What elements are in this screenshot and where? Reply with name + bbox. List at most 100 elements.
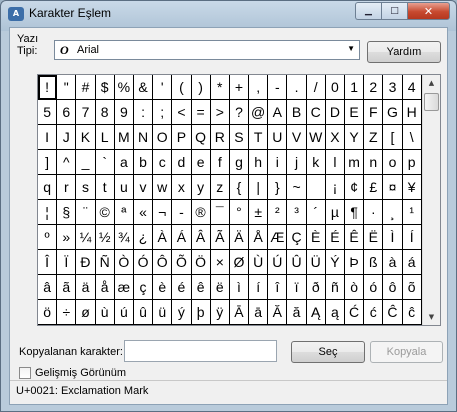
character-cell[interactable]: 9	[114, 100, 134, 125]
character-cell[interactable]: ì	[229, 275, 250, 300]
copy-field-input[interactable]	[124, 340, 277, 362]
character-cell[interactable]: ä	[76, 275, 96, 300]
character-cell[interactable]: N	[133, 125, 154, 150]
character-cell[interactable]: °	[229, 200, 250, 225]
character-cell[interactable]: Ë	[364, 225, 384, 250]
character-cell[interactable]: ³	[287, 200, 307, 225]
character-cell[interactable]: @	[249, 100, 269, 125]
character-cell[interactable]: ï	[287, 275, 307, 300]
character-cell[interactable]: Û	[287, 250, 307, 275]
character-cell[interactable]: :	[133, 100, 154, 125]
character-cell[interactable]: $	[95, 75, 115, 100]
character-cell[interactable]: ¿	[133, 225, 154, 250]
character-cell[interactable]: ã	[57, 275, 77, 300]
character-cell[interactable]: Ą	[306, 300, 326, 325]
character-cell[interactable]: ¨	[76, 200, 96, 225]
character-cell[interactable]: ¶	[345, 200, 365, 225]
character-cell[interactable]: §	[57, 200, 77, 225]
character-cell[interactable]: ª	[114, 200, 134, 225]
character-cell[interactable]: Æ	[268, 225, 288, 250]
character-cell[interactable]: Ê	[345, 225, 365, 250]
character-cell[interactable]: «	[133, 200, 154, 225]
scroll-thumb[interactable]	[424, 93, 439, 111]
character-cell[interactable]: ô	[383, 275, 403, 300]
character-cell[interactable]: ;	[153, 100, 173, 125]
character-cell[interactable]: ¡	[325, 175, 345, 200]
character-cell[interactable]: Ý	[325, 250, 345, 275]
character-cell[interactable]: w	[153, 175, 173, 200]
character-cell[interactable]: ü	[153, 300, 173, 325]
advanced-view-checkbox[interactable]	[19, 367, 31, 379]
character-cell[interactable]: 1	[345, 75, 365, 100]
character-cell[interactable]: k	[306, 150, 326, 175]
character-cell[interactable]: u	[114, 175, 134, 200]
character-cell[interactable]: o	[383, 150, 403, 175]
character-cell[interactable]: Ä	[229, 225, 250, 250]
character-cell[interactable]: I	[38, 125, 58, 150]
character-cell[interactable]: O	[153, 125, 173, 150]
close-button[interactable]: ✕	[407, 2, 450, 20]
character-cell[interactable]: ç	[133, 275, 154, 300]
character-cell[interactable]: Ù	[249, 250, 269, 275]
character-cell[interactable]: Õ	[172, 250, 192, 275]
character-cell[interactable]: `	[95, 150, 115, 175]
character-cell[interactable]: 7	[76, 100, 96, 125]
minimize-button[interactable]: ▁	[355, 2, 381, 20]
character-cell[interactable]: "	[57, 75, 77, 100]
character-cell[interactable]: 5	[38, 100, 58, 125]
scroll-up-icon[interactable]: ▲	[423, 75, 440, 91]
character-cell[interactable]: ą	[325, 300, 345, 325]
character-cell[interactable]: W	[306, 125, 326, 150]
character-cell[interactable]: D	[325, 100, 345, 125]
character-cell[interactable]: Ç	[287, 225, 307, 250]
character-cell[interactable]: Î	[38, 250, 58, 275]
character-cell[interactable]: ć	[364, 300, 384, 325]
character-cell[interactable]: Ĉ	[383, 300, 403, 325]
character-cell[interactable]: c	[153, 150, 173, 175]
character-cell[interactable]: ā	[249, 300, 269, 325]
character-cell[interactable]: K	[76, 125, 96, 150]
character-cell[interactable]: h	[249, 150, 269, 175]
character-cell[interactable]: ¢	[345, 175, 365, 200]
character-cell[interactable]: ø	[76, 300, 96, 325]
character-cell[interactable]: »	[57, 225, 77, 250]
character-cell[interactable]: î	[268, 275, 288, 300]
character-cell[interactable]: v	[133, 175, 154, 200]
character-cell[interactable]: V	[287, 125, 307, 150]
character-cell[interactable]: à	[383, 250, 403, 275]
character-cell[interactable]: Ò	[114, 250, 134, 275]
character-cell[interactable]: y	[191, 175, 211, 200]
character-cell[interactable]: B	[287, 100, 307, 125]
character-cell[interactable]: ă	[287, 300, 307, 325]
character-cell[interactable]: 8	[95, 100, 115, 125]
character-cell[interactable]: ¤	[383, 175, 403, 200]
character-cell[interactable]: Ï	[57, 250, 77, 275]
character-cell[interactable]: <	[172, 100, 192, 125]
character-cell[interactable]: '	[153, 75, 173, 100]
character-cell[interactable]: _	[76, 150, 96, 175]
character-cell[interactable]: n	[364, 150, 384, 175]
character-cell[interactable]: Ì	[383, 225, 403, 250]
character-cell[interactable]: )	[191, 75, 211, 100]
character-cell[interactable]: i	[268, 150, 288, 175]
character-cell[interactable]: L	[95, 125, 115, 150]
select-button[interactable]: Seç	[291, 341, 365, 363]
character-cell[interactable]: m	[345, 150, 365, 175]
character-cell[interactable]: Ó	[133, 250, 154, 275]
character-cell[interactable]: U	[268, 125, 288, 150]
character-cell[interactable]: ®	[191, 200, 211, 225]
character-cell[interactable]: ]	[38, 150, 58, 175]
character-cell[interactable]: þ	[191, 300, 211, 325]
character-cell[interactable]: -	[268, 75, 288, 100]
character-cell[interactable]: (	[172, 75, 192, 100]
character-cell[interactable]: Å	[249, 225, 269, 250]
character-cell[interactable]: Í	[402, 225, 422, 250]
character-cell[interactable]: õ	[402, 275, 422, 300]
character-cell[interactable]: ¬	[153, 200, 173, 225]
character-cell[interactable]: ¥	[402, 175, 422, 200]
character-cell[interactable]: }	[268, 175, 288, 200]
character-cell[interactable]: [	[383, 125, 403, 150]
character-cell[interactable]: È	[306, 225, 326, 250]
character-cell[interactable]: J	[57, 125, 77, 150]
character-cell[interactable]: R	[210, 125, 230, 150]
